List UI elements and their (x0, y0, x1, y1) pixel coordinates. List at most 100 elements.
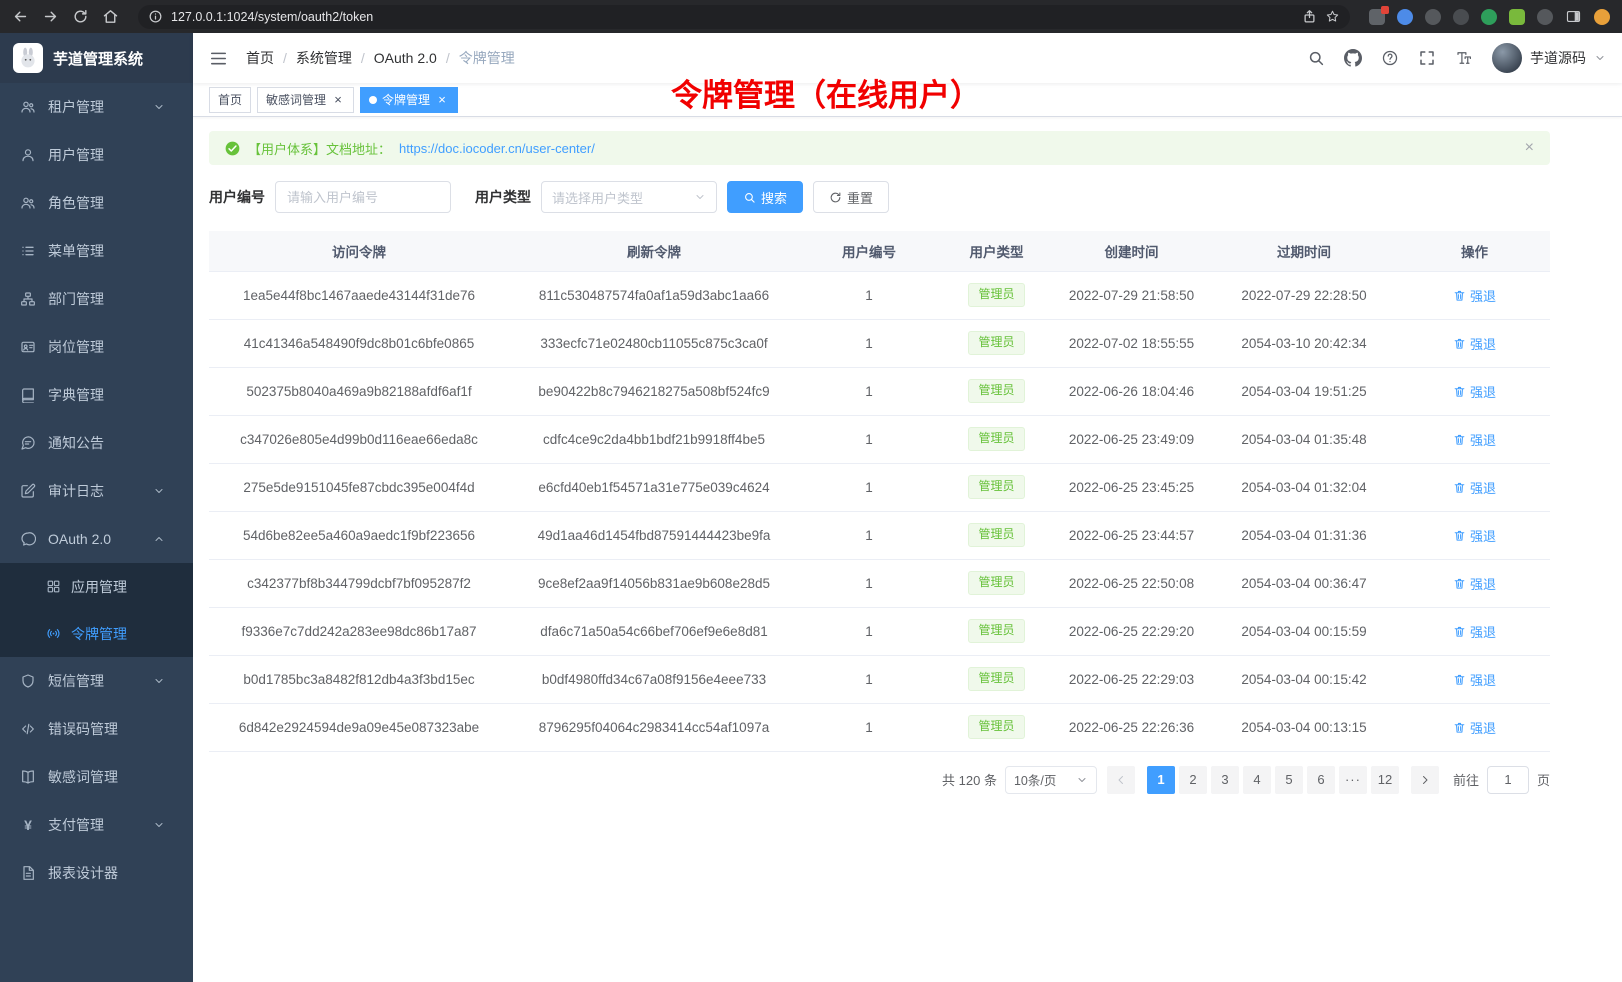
user-type-select[interactable]: 请选择用户类型 (541, 181, 717, 213)
user-type-badge: 管理员 (968, 571, 1024, 595)
chevron-down-icon (153, 101, 165, 113)
table-header-row: 访问令牌刷新令牌用户编号用户类型创建时间过期时间操作 (209, 231, 1550, 271)
fullscreen-icon[interactable] (1418, 49, 1436, 67)
bookmark-star-icon[interactable] (1325, 9, 1340, 24)
forward-button[interactable] (42, 8, 59, 25)
force-logout-button[interactable]: 强退 (1453, 526, 1496, 545)
table-row: 41c41346a548490f9dc8b01c6bfe0865333ecfc7… (209, 319, 1550, 367)
user-type-badge: 管理员 (968, 379, 1024, 403)
help-icon[interactable] (1381, 49, 1399, 67)
sidebar-item-audit-log[interactable]: 审计日志 (0, 467, 193, 515)
page-button[interactable]: 6 (1307, 766, 1335, 794)
user-dropdown[interactable]: 芋道源码 (1492, 43, 1606, 73)
breadcrumb-item[interactable]: 首页 (246, 48, 274, 68)
cell-action: 强退 (1399, 415, 1550, 463)
breadcrumb-item[interactable]: OAuth 2.0 (374, 50, 437, 66)
sidebar-item-notice[interactable]: 通知公告 (0, 419, 193, 467)
search-icon[interactable] (1307, 49, 1325, 67)
page-button[interactable]: 1 (1147, 766, 1175, 794)
page-size-select[interactable]: 10条/页 (1005, 766, 1097, 794)
refresh-icon (829, 191, 842, 204)
more-pages-button[interactable]: ··· (1339, 766, 1367, 794)
sidepanel-icon[interactable] (1565, 8, 1582, 25)
sidebar-item-dict[interactable]: 字典管理 (0, 371, 193, 419)
sidebar-item-user[interactable]: 用户管理 (0, 131, 193, 179)
search-button[interactable]: 搜索 (727, 181, 803, 213)
sidebar-item-label: 支付管理 (48, 815, 104, 835)
extension-icon[interactable] (1397, 9, 1413, 25)
force-logout-button[interactable]: 强退 (1453, 622, 1496, 641)
tab-label: 首页 (218, 91, 242, 108)
force-logout-button[interactable]: 强退 (1453, 670, 1496, 689)
page-button[interactable]: 3 (1211, 766, 1239, 794)
tab-token[interactable]: 令牌管理× (360, 87, 458, 113)
breadcrumb-item[interactable]: 系统管理 (296, 48, 352, 68)
page-button[interactable]: 5 (1275, 766, 1303, 794)
force-logout-button[interactable]: 强退 (1453, 718, 1496, 737)
chevron-down-icon (1076, 774, 1088, 786)
doc-link[interactable]: https://doc.iocoder.cn/user-center/ (399, 141, 595, 156)
force-logout-button[interactable]: 强退 (1453, 382, 1496, 401)
browser-profile-avatar[interactable] (1594, 9, 1610, 25)
font-size-icon[interactable] (1455, 49, 1473, 67)
tab-sensitive-word[interactable]: 敏感词管理× (257, 87, 354, 113)
cell-refresh-token: b0df4980ffd34c67a08f9156e4eee733 (509, 655, 799, 703)
sidebar-item-error-code[interactable]: 错误码管理 (0, 705, 193, 753)
extension-icon[interactable] (1425, 9, 1441, 25)
tab-home[interactable]: 首页 (209, 87, 251, 113)
user-type-badge: 管理员 (968, 619, 1024, 643)
cell-refresh-token: 9ce8ef2aa9f14056b831ae9b608e28d5 (509, 559, 799, 607)
sidebar-item-post[interactable]: 岗位管理 (0, 323, 193, 371)
force-logout-button[interactable]: 强退 (1453, 286, 1496, 305)
user-id-input[interactable] (275, 181, 451, 213)
force-logout-button[interactable]: 强退 (1453, 334, 1496, 353)
breadcrumb-separator: / (283, 50, 287, 66)
github-icon[interactable] (1344, 49, 1362, 67)
page-button[interactable]: 12 (1371, 766, 1399, 794)
goto-page-input[interactable] (1487, 766, 1529, 794)
app-title: 芋道管理系统 (53, 48, 143, 69)
url-bar[interactable]: 127.0.0.1:1024/system/oauth2/token (138, 5, 1350, 29)
puzzle-extensions-icon[interactable] (1509, 9, 1525, 25)
share-icon[interactable] (1302, 9, 1317, 24)
cell-action: 强退 (1399, 655, 1550, 703)
close-icon[interactable]: × (331, 93, 345, 107)
cell-action: 强退 (1399, 511, 1550, 559)
filter-form: 用户编号 用户类型 请选择用户类型 搜索 重置 (209, 181, 1550, 213)
collapse-sidebar-icon[interactable] (209, 49, 228, 68)
extension-icon[interactable] (1453, 9, 1469, 25)
sidebar-item-tenant[interactable]: 租户管理 (0, 83, 193, 131)
site-info-icon[interactable] (148, 9, 163, 24)
force-logout-button[interactable]: 强退 (1453, 478, 1496, 497)
sidebar-item-role[interactable]: 角色管理 (0, 179, 193, 227)
sidebar-item-report[interactable]: 报表设计器 (0, 849, 193, 897)
close-icon[interactable]: × (435, 93, 449, 107)
page-button[interactable]: 4 (1243, 766, 1271, 794)
sidebar-item-sms[interactable]: 短信管理 (0, 657, 193, 705)
home-button[interactable] (102, 8, 119, 25)
force-logout-button[interactable]: 强退 (1453, 430, 1496, 449)
sidebar-menu: 租户管理用户管理角色管理菜单管理部门管理岗位管理字典管理通知公告审计日志OAut… (0, 83, 193, 982)
extension-icon[interactable] (1537, 9, 1553, 25)
sidebar-item-oauth2-app[interactable]: 应用管理 (0, 563, 193, 610)
search-button-label: 搜索 (761, 188, 787, 207)
app-logo[interactable]: 芋道管理系统 (0, 33, 193, 83)
extension-icon[interactable] (1481, 9, 1497, 25)
sidebar-item-menu[interactable]: 菜单管理 (0, 227, 193, 275)
back-button[interactable] (12, 8, 29, 25)
sidebar-item-dept[interactable]: 部门管理 (0, 275, 193, 323)
sidebar-item-oauth2[interactable]: OAuth 2.0 (0, 515, 193, 563)
prev-page-button[interactable] (1107, 766, 1135, 794)
sidebar-item-oauth2-token[interactable]: 令牌管理 (0, 610, 193, 657)
sidebar-item-sensitive-word[interactable]: 敏感词管理 (0, 753, 193, 801)
reload-button[interactable] (72, 8, 89, 25)
extension-icon[interactable] (1369, 9, 1385, 25)
delete-icon (1453, 625, 1466, 638)
alert-close-icon[interactable]: × (1525, 140, 1534, 156)
page-button[interactable]: 2 (1179, 766, 1207, 794)
browser-extensions (1369, 8, 1610, 25)
reset-button[interactable]: 重置 (813, 181, 889, 213)
sidebar-item-pay[interactable]: ¥支付管理 (0, 801, 193, 849)
force-logout-button[interactable]: 强退 (1453, 574, 1496, 593)
next-page-button[interactable] (1411, 766, 1439, 794)
